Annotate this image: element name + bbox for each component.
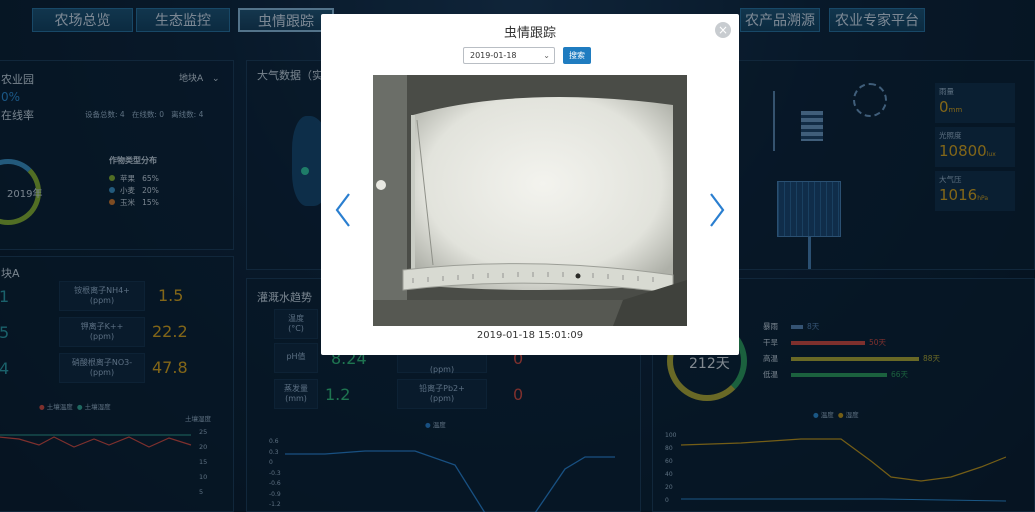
photo-timestamp: 2019-01-18 15:01:09 [476, 330, 584, 341]
date-select-value: 2019-01-18 [470, 51, 517, 60]
prev-arrow-icon[interactable] [333, 190, 353, 230]
close-button[interactable]: × [715, 22, 731, 38]
pest-tracking-modal: 虫情跟踪 × 2019-01-18 ⌄ 搜索 2019-01-18 15:01:… [321, 14, 739, 355]
pest-trap-photo [373, 75, 687, 326]
search-button[interactable]: 搜索 [563, 47, 591, 64]
next-arrow-icon[interactable] [707, 190, 727, 230]
insect-dot [575, 273, 581, 279]
close-icon: × [717, 23, 729, 37]
trap-image [373, 75, 687, 326]
chevron-down-icon: ⌄ [543, 51, 550, 60]
modal-title: 虫情跟踪 [503, 26, 556, 41]
date-select[interactable]: 2019-01-18 ⌄ [463, 47, 555, 64]
trap-plate [413, 97, 673, 290]
